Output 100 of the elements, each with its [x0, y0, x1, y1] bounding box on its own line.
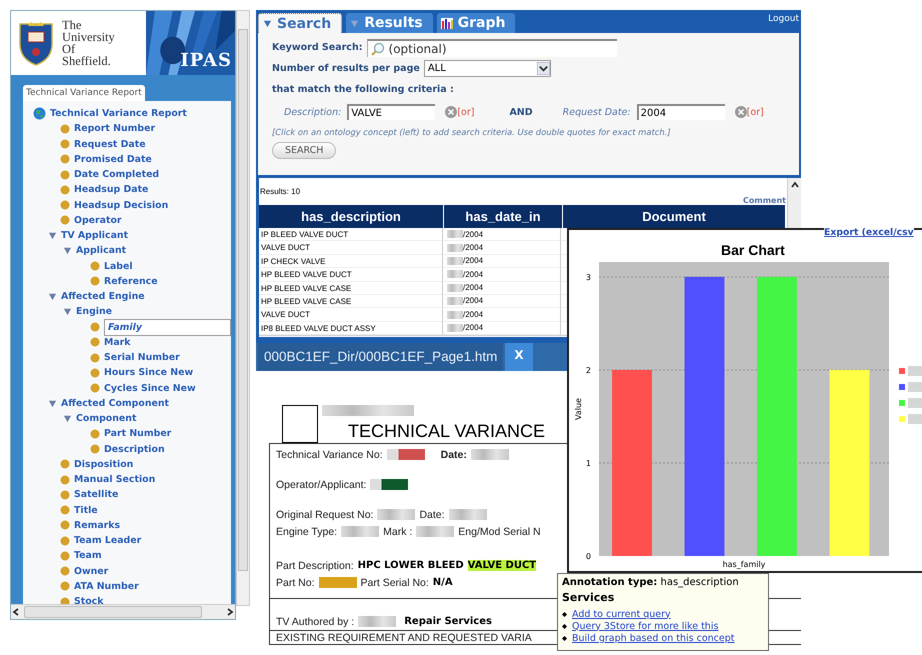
tree-item[interactable]: Title	[74, 504, 98, 516]
tree-item[interactable]: Affected Engine	[61, 291, 145, 302]
criterion-input[interactable]: 2004	[636, 104, 725, 120]
expanded-triangle-icon[interactable]	[48, 231, 57, 240]
scroll-right-icon[interactable]	[225, 607, 235, 617]
tree-item[interactable]: Satellite	[74, 489, 118, 500]
tree-item[interactable]: Operator	[74, 214, 122, 226]
expanded-triangle-icon[interactable]	[63, 414, 72, 424]
logo-placeholder	[282, 405, 318, 443]
dot-icon	[60, 154, 70, 164]
criterion-input[interactable]: VALVE	[347, 104, 436, 120]
tree-item[interactable]: Applicant	[76, 245, 126, 256]
expanded-triangle-icon[interactable]	[48, 292, 57, 302]
tree-item[interactable]: Label	[104, 260, 133, 272]
axis-tick-label: 3	[586, 272, 591, 282]
tree-item[interactable]: Report Number	[74, 123, 156, 134]
tree-item[interactable]: Team	[74, 550, 102, 562]
tree-item[interactable]: Technical Variance Report	[50, 108, 187, 120]
tree-item[interactable]: ATA Number	[74, 580, 139, 592]
tree-item[interactable]: Headsup Date	[74, 184, 148, 196]
or-link[interactable]: [or]	[457, 106, 474, 118]
tree-item[interactable]: Headsup Decision	[74, 200, 168, 211]
and-operator: AND	[509, 106, 533, 118]
table-cell: HP BLEED VALVE DUCT	[259, 268, 443, 282]
results-per-page-dropdown[interactable]: ALL	[424, 60, 551, 77]
results-count: Results: 10	[260, 187, 300, 196]
dot-icon	[90, 276, 100, 286]
redacted-block	[447, 270, 463, 278]
tree-item[interactable]: Stock	[74, 596, 104, 604]
close-tab-button[interactable]: X	[505, 343, 533, 371]
tree-item[interactable]: Component	[76, 413, 136, 424]
scroll-up-icon[interactable]	[790, 180, 800, 190]
tree-item[interactable]: Owner	[74, 566, 108, 577]
panel-tab[interactable]: Technical Variance Report	[23, 85, 145, 101]
axis-title: has_family	[722, 560, 766, 569]
tree-item[interactable]: Engine	[76, 306, 112, 318]
table-cell-text: /2004	[463, 242, 484, 254]
tree-item[interactable]: Manual Section	[74, 474, 156, 486]
dot-icon	[60, 490, 70, 500]
globe-icon	[33, 107, 46, 120]
vertical-scrollbar[interactable]	[787, 178, 801, 228]
table-cell-text: /2004	[463, 295, 484, 308]
tree-item[interactable]: Hours Since New	[104, 367, 194, 378]
tree-item[interactable]: Part Number	[104, 428, 172, 440]
tree-item[interactable]: Promised Date	[74, 154, 152, 165]
document-tab[interactable]: 000BC1EF_Dir/000BC1EF_Page1.htm	[258, 343, 504, 371]
dot-icon	[90, 261, 100, 272]
redacted-block	[908, 398, 922, 408]
comment-link[interactable]: Comment	[743, 196, 786, 205]
tab[interactable]: Search	[258, 13, 342, 33]
field-value: Repair Services	[404, 616, 492, 627]
tree-item[interactable]: Request Date	[74, 138, 146, 150]
tree-item[interactable]: Affected Component	[61, 398, 170, 409]
column-header[interactable]: has_date_in	[444, 205, 563, 228]
logout-link[interactable]: Logout	[768, 14, 799, 33]
redacted-block	[447, 244, 463, 252]
clear-icon[interactable]	[734, 106, 747, 118]
tree-item[interactable]: TV Applicant	[61, 230, 128, 242]
service-link[interactable]: Build graph based on this concept	[572, 632, 734, 644]
tree-item[interactable]: Serial Number	[104, 352, 180, 364]
tree-item[interactable]: Mark	[104, 336, 131, 348]
field-label: Operator/Applicant:	[276, 478, 366, 490]
search-button[interactable]: SEARCH	[272, 142, 336, 159]
search-icon	[370, 42, 385, 56]
dot-icon	[60, 170, 70, 180]
table-cell: VALVE DUCT	[259, 308, 443, 322]
tree-item[interactable]: Disposition	[74, 458, 134, 470]
tree-item[interactable]: Family	[104, 318, 231, 336]
expanded-triangle-icon[interactable]	[48, 398, 57, 408]
service-link[interactable]: Add to current query	[572, 608, 671, 620]
criteria-label: that match the following criteria :	[272, 84, 454, 95]
tree-item[interactable]: Cycles Since New	[104, 382, 196, 394]
triangle-icon	[350, 18, 360, 28]
scroll-left-icon[interactable]	[11, 607, 21, 617]
dropdown-arrow-icon	[536, 62, 550, 75]
export-link[interactable]: Export (excel/csv	[824, 227, 914, 238]
clear-icon[interactable]	[445, 106, 458, 118]
dot-icon	[60, 505, 70, 516]
service-link[interactable]: Query 3Store for more like this	[572, 620, 718, 632]
keyword-search-field[interactable]: (optional)	[366, 38, 617, 56]
dot-icon	[60, 566, 70, 576]
bar-chart-icon	[440, 17, 453, 29]
redacted-block	[447, 310, 463, 319]
or-link[interactable]: [or]	[746, 106, 764, 118]
vertical-scrollbar[interactable]	[236, 10, 250, 606]
tab[interactable]: Results	[346, 13, 433, 33]
tree-item[interactable]: Reference	[104, 276, 158, 287]
expanded-triangle-icon[interactable]	[63, 246, 72, 256]
tree-item[interactable]: Description	[104, 444, 165, 455]
expanded-triangle-icon[interactable]	[63, 307, 72, 316]
tree-item[interactable]: Team Leader	[74, 535, 142, 546]
horizontal-scrollbar[interactable]	[11, 604, 235, 619]
criterion-label: Description:	[284, 106, 342, 118]
dot-icon	[60, 459, 70, 470]
tree-item[interactable]: Remarks	[74, 520, 120, 531]
dot-icon	[60, 581, 70, 592]
column-header[interactable]: has_description	[259, 205, 444, 228]
dot-icon	[60, 124, 70, 134]
tree-item[interactable]: Date Completed	[74, 169, 160, 180]
tab[interactable]: Graph	[436, 13, 516, 33]
